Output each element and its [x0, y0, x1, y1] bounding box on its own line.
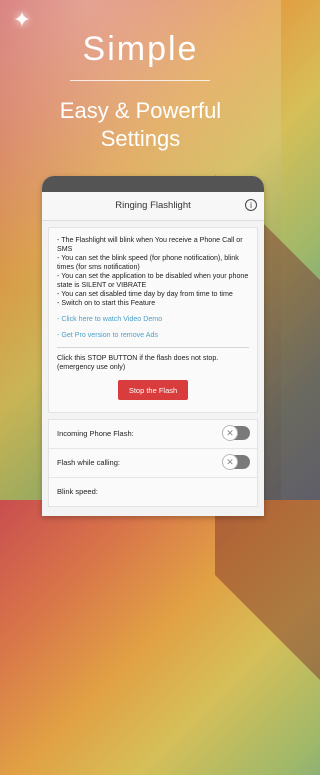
- phone-top-bezel: [42, 176, 264, 192]
- phone-screen: Ringing Flashlight i - The Flashlight wi…: [42, 176, 264, 516]
- info-icon[interactable]: i: [245, 199, 257, 211]
- setting-row-blink-speed[interactable]: Blink speed:: [49, 478, 257, 506]
- setting-row-incoming-phone-flash[interactable]: Incoming Phone Flash: ✕: [49, 420, 257, 449]
- incoming-phone-flash-toggle[interactable]: ✕: [222, 425, 250, 441]
- flash-while-calling-toggle[interactable]: ✕: [222, 454, 250, 470]
- title-underline: [70, 80, 210, 81]
- video-demo-link[interactable]: - Click here to watch Video Demo: [57, 315, 249, 323]
- info-card: - The Flashlight will blink when You rec…: [48, 227, 258, 413]
- settings-list: Incoming Phone Flash: ✕ Flash while call…: [48, 419, 258, 507]
- setting-label: Incoming Phone Flash:: [57, 429, 134, 438]
- divider: [57, 347, 249, 348]
- promo-subtitle-line1: Easy & Powerful: [59, 98, 222, 123]
- promo-title: Simple: [82, 30, 199, 68]
- setting-label: Blink speed:: [57, 487, 98, 496]
- stop-flash-button[interactable]: Stop the Flash: [118, 380, 188, 400]
- app-title: Ringing Flashlight: [115, 200, 191, 211]
- pro-version-link[interactable]: - Get Pro version to remove Ads: [57, 331, 249, 339]
- setting-label: Flash while calling:: [57, 458, 120, 467]
- promo-subtitle-line2: Settings: [100, 126, 181, 151]
- toggle-off-icon: ✕: [222, 425, 238, 441]
- toggle-off-icon: ✕: [222, 454, 238, 470]
- app-bar: Ringing Flashlight i: [42, 192, 264, 221]
- feature-description: - The Flashlight will blink when You rec…: [57, 236, 249, 307]
- stop-note: Click this STOP BUTTON if the flash does…: [57, 354, 219, 371]
- setting-row-flash-while-calling[interactable]: Flash while calling: ✕: [49, 449, 257, 478]
